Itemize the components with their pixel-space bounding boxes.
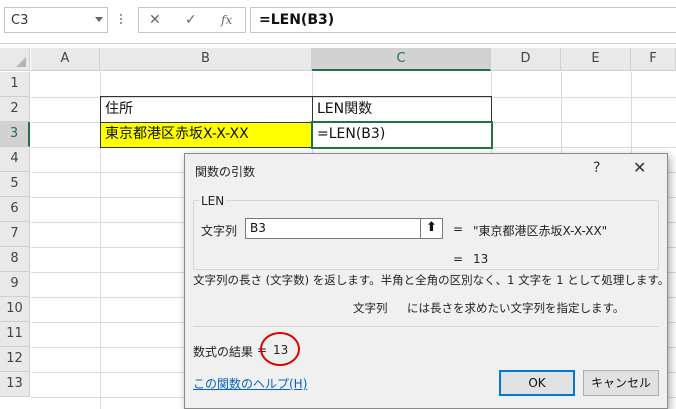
column-header-d[interactable]: D xyxy=(491,48,561,71)
arg-description-name: 文字列 xyxy=(353,301,388,315)
row-header-13[interactable]: 13 xyxy=(0,372,30,397)
row-header-9[interactable]: 9 xyxy=(0,272,30,297)
row-header-2[interactable]: 2 xyxy=(0,97,30,122)
select-all-corner[interactable] xyxy=(0,48,30,71)
name-box[interactable]: C3 xyxy=(4,7,108,33)
function-help-link[interactable]: この関数のヘルプ(H) xyxy=(193,375,307,392)
formula-text: =LEN(B3) xyxy=(259,12,335,28)
collapse-dialog-icon[interactable]: ⬆ xyxy=(420,219,442,238)
function-arguments-dialog: 関数の引数 ? ✕ LEN 文字列 B3 ⬆ = "東京都港区赤坂X-X-XX"… xyxy=(184,153,670,409)
result-equals: = xyxy=(453,252,464,266)
insert-function-icon[interactable]: fx xyxy=(221,13,232,27)
row-header-7[interactable]: 7 xyxy=(0,222,30,247)
arg-description-text: には長さを求めたい文字列を指定します。 xyxy=(407,301,625,315)
column-header-b[interactable]: B xyxy=(100,48,312,71)
close-icon[interactable]: ✕ xyxy=(633,158,646,177)
column-header-f[interactable]: F xyxy=(631,48,676,71)
cell-b2[interactable]: 住所 xyxy=(100,96,313,123)
chevron-down-icon[interactable] xyxy=(95,17,103,22)
formula-bar: C3 ✕ ✓ fx =LEN(B3) xyxy=(0,0,676,44)
arg-input-value: B3 xyxy=(250,221,266,235)
cell-c3[interactable]: =LEN(B3) xyxy=(311,121,493,149)
result-value: 13 xyxy=(473,252,489,266)
function-name: LEN xyxy=(199,194,227,208)
row-header-3[interactable]: 3 xyxy=(0,122,30,147)
annotation-circle xyxy=(260,332,300,366)
formula-result-label: 数式の結果 xyxy=(193,345,254,359)
grip-handle[interactable] xyxy=(120,14,123,28)
column-header-e[interactable]: E xyxy=(561,48,631,71)
name-box-value: C3 xyxy=(11,13,29,28)
divider xyxy=(193,326,659,327)
cell-c2[interactable]: LEN関数 xyxy=(312,96,492,123)
enter-icon[interactable]: ✓ xyxy=(185,12,197,28)
formula-buttons: ✕ ✓ fx xyxy=(138,7,246,33)
row-header-5[interactable]: 5 xyxy=(0,172,30,197)
arg-equals: = xyxy=(453,222,464,236)
text-argument-input[interactable]: B3 ⬆ xyxy=(245,218,443,239)
row-header-4[interactable]: 4 xyxy=(0,147,30,172)
row-header-11[interactable]: 11 xyxy=(0,322,30,347)
dialog-title: 関数の引数 xyxy=(195,165,256,179)
row-header-6[interactable]: 6 xyxy=(0,197,30,222)
arg-label: 文字列 xyxy=(201,224,238,238)
column-header-c[interactable]: C xyxy=(312,48,491,71)
help-icon[interactable]: ? xyxy=(593,160,600,176)
cancel-icon[interactable]: ✕ xyxy=(149,12,161,28)
row-header-8[interactable]: 8 xyxy=(0,247,30,272)
column-header-a[interactable]: A xyxy=(31,48,100,71)
ok-button[interactable]: OK xyxy=(499,370,575,396)
formula-input[interactable]: =LEN(B3) xyxy=(250,7,676,33)
row-header-10[interactable]: 10 xyxy=(0,297,30,322)
row-header-12[interactable]: 12 xyxy=(0,347,30,372)
cell-b3[interactable]: 東京都港区赤坂X-X-XX xyxy=(100,122,313,148)
function-description: 文字列の長さ (文字数) を返します。半角と全角の区別なく、1 文字を 1 とし… xyxy=(193,273,670,287)
row-header-1[interactable]: 1 xyxy=(0,72,30,97)
cancel-button[interactable]: キャンセル xyxy=(583,370,659,396)
arg-evaluated-value: "東京都港区赤坂X-X-XX" xyxy=(473,224,608,238)
